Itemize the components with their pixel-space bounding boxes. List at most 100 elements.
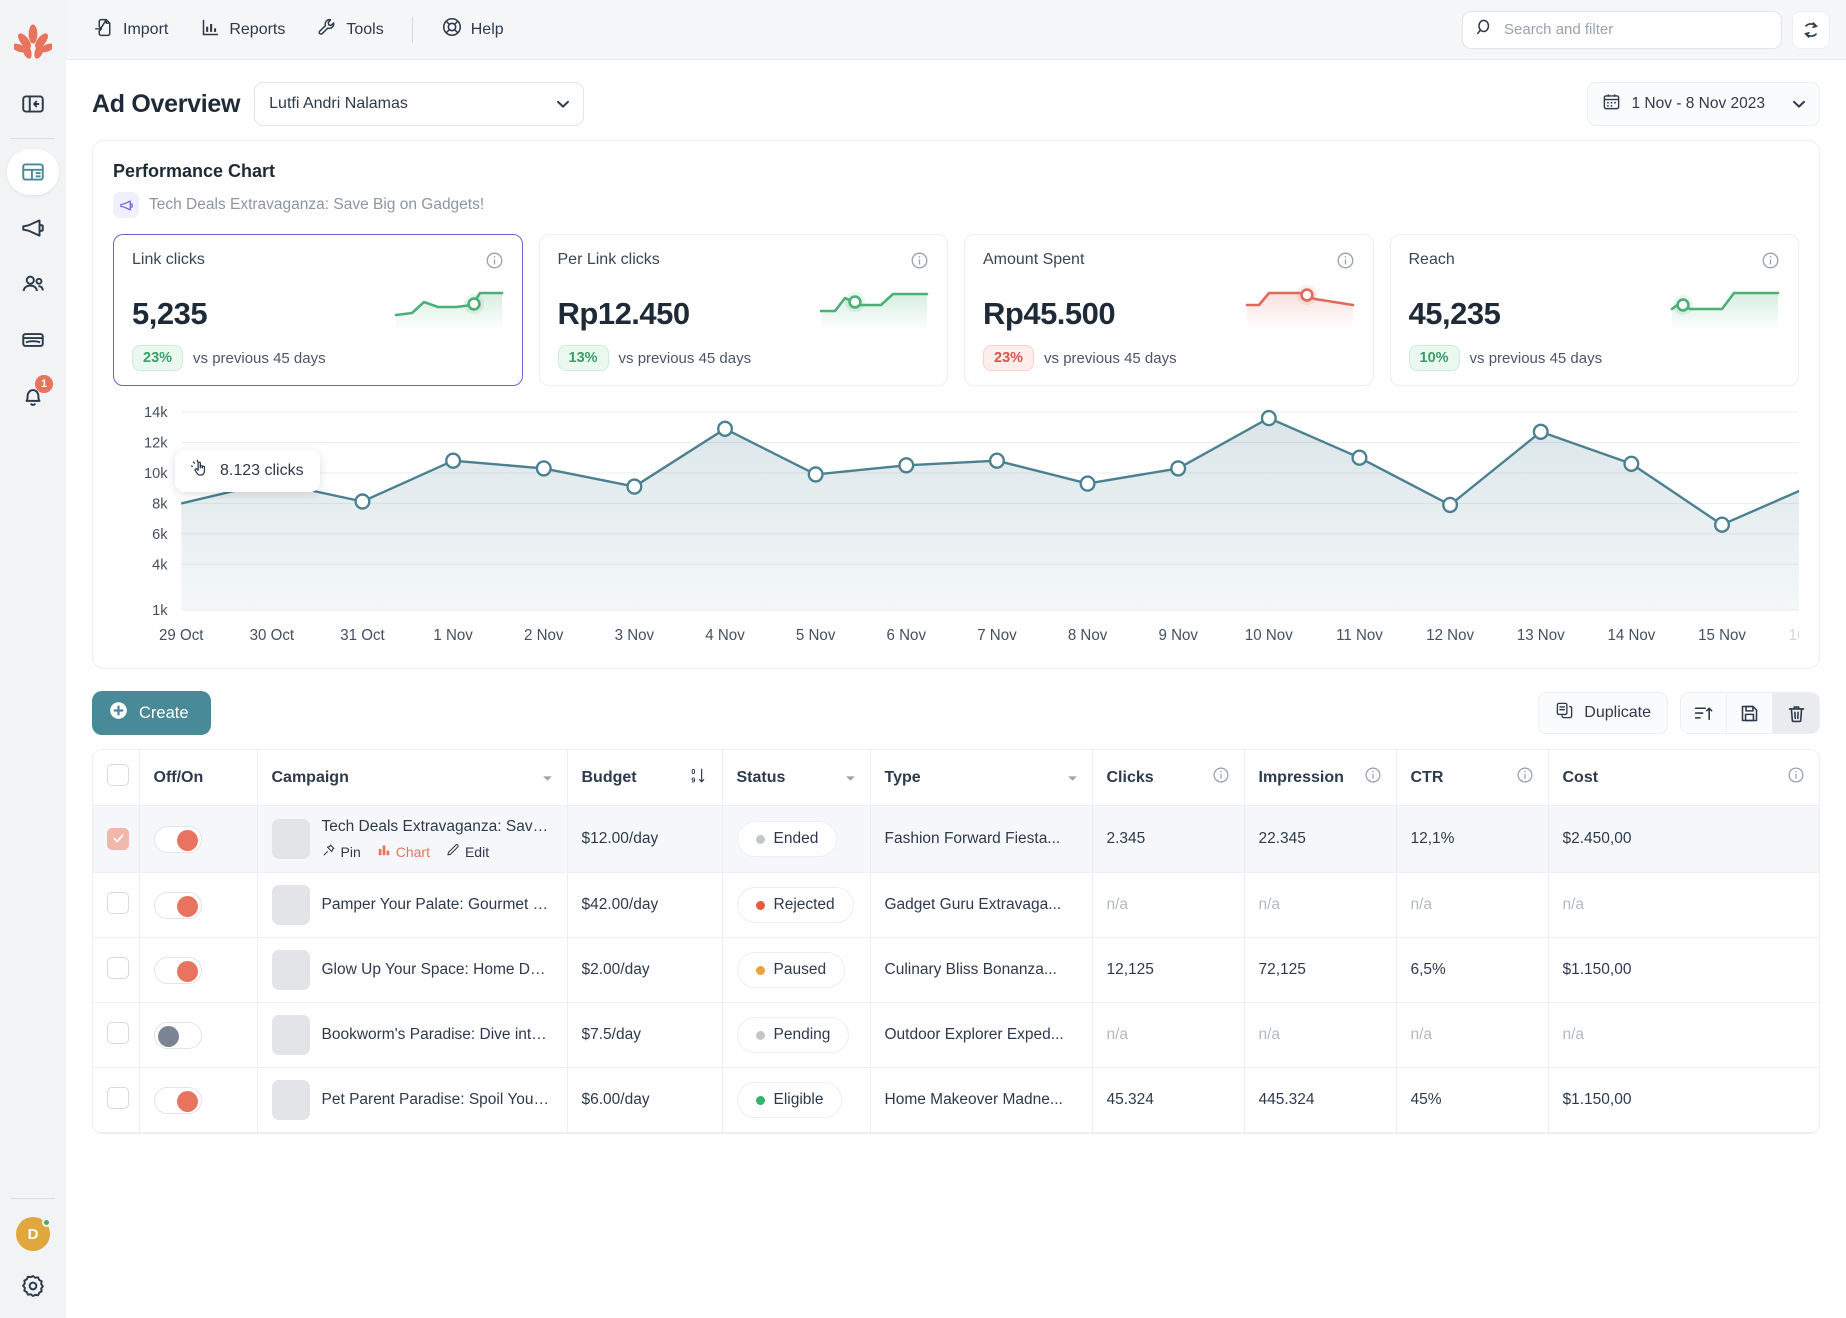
sidebar-item-notifications[interactable]: 1 [7, 373, 59, 419]
performance-campaign-name: Tech Deals Extravaganza: Save Big on Gad… [149, 196, 485, 213]
row-checkbox[interactable] [107, 891, 129, 914]
sort-numeric-icon[interactable]: 0 9 [689, 766, 708, 790]
gear-icon[interactable] [20, 1273, 46, 1304]
campaign-action-chart[interactable]: Chart [377, 843, 430, 860]
svg-text:6k: 6k [152, 527, 168, 543]
metric-change-badge: 10% [1408, 345, 1460, 371]
cell-budget: $2.00/day [567, 937, 723, 1003]
campaign-thumbnail [271, 950, 310, 990]
row-toggle[interactable] [153, 1021, 202, 1049]
status-badge[interactable]: Paused [736, 952, 846, 988]
table-row[interactable]: Glow Up Your Space: Home Decor D... $2.0… [93, 937, 1819, 1003]
rail-divider [11, 138, 55, 139]
metric-value: Rp12.450 [557, 295, 691, 331]
duplicate-button[interactable]: Duplicate [1538, 692, 1668, 734]
cell-budget: $12.00/day [567, 805, 723, 873]
date-range-picker[interactable]: 1 Nov - 8 Nov 2023 [1587, 82, 1820, 126]
metric-card-reach[interactable]: Reach 45,235 10% vs previous 45 days [1389, 234, 1799, 386]
row-checkbox[interactable] [107, 956, 129, 979]
megaphone-icon [113, 192, 139, 218]
info-icon[interactable] [1516, 766, 1534, 789]
th-budget[interactable]: Budget 0 9 [567, 750, 723, 806]
metric-card-link-clicks[interactable]: Link clicks 5,235 23% vs previous 45 day… [113, 234, 523, 386]
sort-asc-icon[interactable] [1681, 693, 1727, 733]
sidebar-item-dashboard[interactable] [7, 149, 59, 195]
menu-item-reports[interactable]: Reports [186, 9, 299, 51]
svg-text:11 Nov: 11 Nov [1336, 627, 1383, 644]
metric-change-badge: 13% [557, 345, 609, 371]
info-icon[interactable] [485, 251, 504, 275]
row-toggle[interactable] [153, 1086, 202, 1114]
menu-item-import[interactable]: Import [80, 9, 182, 51]
info-icon[interactable] [1787, 766, 1805, 789]
cell-impression: 72,125 [1244, 937, 1397, 1003]
table-row[interactable]: Bookworm's Paradise: Dive into our... $7… [93, 1002, 1819, 1068]
cell-status: Rejected [722, 872, 871, 938]
campaign-name: Tech Deals Extravaganza: Save Big... [321, 818, 553, 835]
status-badge[interactable]: Ended [736, 821, 838, 857]
svg-text:8k: 8k [152, 496, 168, 512]
sidebar-item-campaigns[interactable] [7, 205, 59, 251]
calendar-icon [1602, 92, 1621, 116]
info-icon[interactable] [1761, 251, 1780, 275]
info-icon[interactable] [910, 251, 929, 275]
info-icon[interactable] [1336, 251, 1355, 275]
caret-down-icon[interactable] [542, 769, 553, 787]
budget-value: $12.00/day [581, 830, 659, 847]
metric-comparison-text: vs previous 45 days [1469, 349, 1603, 367]
row-checkbox[interactable] [107, 827, 129, 850]
status-badge[interactable]: Rejected [736, 887, 854, 923]
cell-offon [139, 1067, 258, 1133]
reports-icon [200, 17, 221, 43]
svg-text:12k: 12k [144, 435, 168, 451]
status-dot [755, 1095, 765, 1105]
toggle-knob [176, 1090, 198, 1112]
th-campaign[interactable]: Campaign [257, 750, 568, 806]
cell-select [93, 1067, 140, 1133]
performance-chart-title: Performance Chart [113, 161, 276, 181]
metric-card-per-link-clicks[interactable]: Per Link clicks Rp12.450 13% vs previous… [538, 234, 948, 386]
row-toggle[interactable] [153, 825, 202, 853]
create-button[interactable]: Create [92, 691, 211, 735]
th-type[interactable]: Type [870, 750, 1093, 806]
table-row[interactable]: Tech Deals Extravaganza: Save Big... Pin… [93, 805, 1819, 873]
collapse-sidebar-icon[interactable] [13, 84, 53, 124]
campaign-action-pin[interactable]: Pin [322, 843, 361, 860]
menu-item-tools[interactable]: Tools [303, 9, 397, 51]
refresh-icon[interactable] [1792, 10, 1830, 49]
select-all-checkbox[interactable] [107, 764, 129, 786]
cell-status: Eligible [722, 1067, 871, 1133]
ctr-value: 45% [1410, 1091, 1442, 1108]
svg-text:9: 9 [691, 776, 695, 784]
pencil-icon [446, 843, 460, 860]
metric-card-amount-spent[interactable]: Amount Spent Rp45.500 23% vs previous 45… [964, 234, 1374, 386]
info-icon[interactable] [1212, 766, 1230, 789]
clicks-value: n/a [1106, 896, 1129, 913]
table-row[interactable]: Pet Parent Paradise: Spoil Your Furr... … [93, 1067, 1819, 1133]
caret-down-icon[interactable] [845, 769, 856, 787]
svg-text:14 Nov: 14 Nov [1607, 627, 1655, 644]
table-row[interactable]: Pamper Your Palate: Gourmet Delig... $42… [93, 872, 1819, 938]
status-badge[interactable]: Pending [736, 1017, 850, 1053]
trash-icon[interactable] [1773, 693, 1819, 733]
save-icon[interactable] [1727, 693, 1773, 733]
th-status[interactable]: Status [722, 750, 871, 806]
row-toggle[interactable] [153, 956, 202, 984]
caret-down-icon[interactable] [1067, 769, 1078, 787]
metric-change-badge: 23% [132, 345, 184, 371]
search-box[interactable] [1462, 10, 1782, 49]
account-select[interactable]: Lutfi Andri Nalamas [254, 82, 585, 126]
row-checkbox[interactable] [107, 1086, 129, 1109]
top-bar: Import Reports Tools Help Search and fil… [66, 0, 1846, 60]
search-input[interactable] [1504, 21, 1769, 38]
sidebar-item-audience[interactable] [7, 261, 59, 307]
campaign-action-edit[interactable]: Edit [446, 843, 489, 860]
sidebar-item-billing[interactable] [7, 317, 59, 363]
status-badge[interactable]: Eligible [736, 1082, 843, 1118]
avatar[interactable]: D [16, 1217, 51, 1251]
menu-item-help[interactable]: Help [427, 8, 518, 51]
row-toggle[interactable] [153, 891, 202, 919]
campaigns-table-element: Off/On Campaign Budget 0 9 Status Type C… [93, 750, 1819, 1133]
info-icon[interactable] [1364, 766, 1382, 789]
row-checkbox[interactable] [107, 1021, 129, 1044]
